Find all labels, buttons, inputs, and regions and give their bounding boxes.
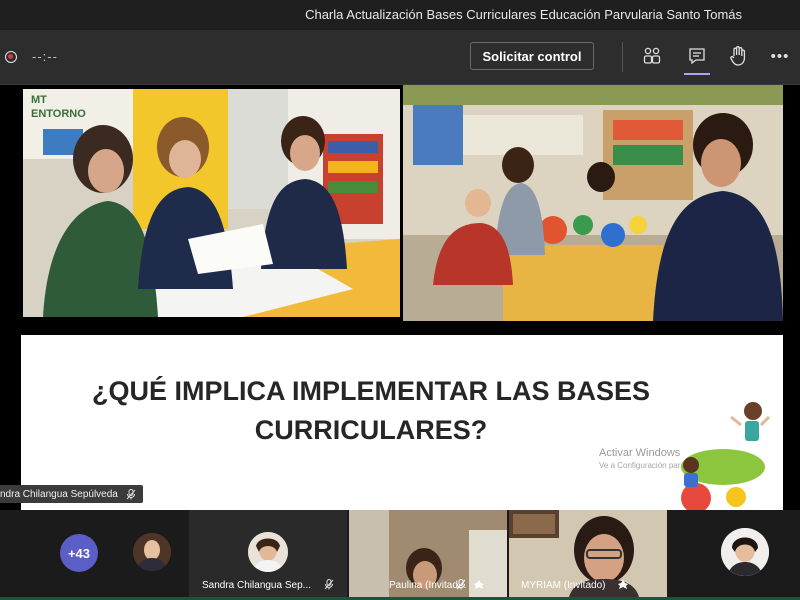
slide-text-area: ¿QUÉ IMPLICA IMPLEMENTAR LAS BASES CURRI…	[21, 335, 783, 510]
record-icon	[5, 51, 17, 63]
meeting-title: Charla Actualización Bases Curriculares …	[305, 7, 742, 22]
raise-hand-icon[interactable]	[726, 44, 750, 68]
pin-icon	[618, 580, 628, 589]
participant-name-sandra: Sandra Chilangua Sep...	[202, 580, 311, 591]
more-options-icon[interactable]: •••	[767, 44, 793, 68]
shared-screen: MT ENTORNO ¿QUÉ IMPLICA IMPLEMENTAR LAS …	[0, 85, 800, 510]
photo-educators-meeting: MT ENTORNO	[23, 89, 400, 317]
meeting-toolbar: --:-- Solicitar control •••	[0, 30, 800, 85]
chat-icon[interactable]	[685, 44, 709, 68]
mic-muted-icon	[126, 488, 136, 499]
more-participants-button[interactable]: +43	[60, 534, 98, 572]
mic-muted-icon	[456, 579, 466, 590]
mic-muted-icon	[324, 579, 334, 590]
slide-heading: ¿QUÉ IMPLICA IMPLEMENTAR LAS BASES CURRI…	[91, 376, 650, 445]
title-bar: Charla Actualización Bases Curriculares …	[0, 0, 800, 30]
self-avatar[interactable]	[721, 528, 769, 576]
chat-active-indicator	[684, 73, 710, 75]
svg-text:ENTORNO: ENTORNO	[31, 108, 86, 120]
presenter-name: ndra Chilangua Sepúlveda	[0, 488, 118, 500]
presentation-slide: MT ENTORNO ¿QUÉ IMPLICA IMPLEMENTAR LAS …	[21, 85, 783, 510]
svg-text:MT: MT	[31, 94, 47, 106]
meeting-timer: --:--	[32, 49, 58, 64]
participants-icon[interactable]	[640, 44, 664, 68]
toolbar-divider	[622, 42, 623, 72]
participant-tile-sandra[interactable]: Sandra Chilangua Sep...	[189, 510, 347, 597]
participant-tile-myriam[interactable]: MYRIAM (Invitado)	[509, 510, 667, 597]
kids-illustration	[681, 402, 771, 510]
participant-avatar-1[interactable]	[133, 533, 171, 571]
participant-tile-paulina[interactable]: Paulina (Invitad...	[349, 510, 507, 597]
request-control-button[interactable]: Solicitar control	[470, 42, 594, 70]
participant-name-paulina: Paulina (Invitad...	[389, 580, 467, 591]
participant-name-myriam: MYRIAM (Invitado)	[521, 580, 606, 591]
participant-gallery: +43 Sandra Chilangua Sep... Paulina (Inv…	[0, 510, 800, 600]
pin-icon	[474, 580, 484, 589]
presenter-name-tag: ndra Chilangua Sepúlveda	[0, 485, 143, 503]
photo-children-playing	[403, 85, 783, 321]
participant-avatar-sandra	[248, 532, 288, 572]
